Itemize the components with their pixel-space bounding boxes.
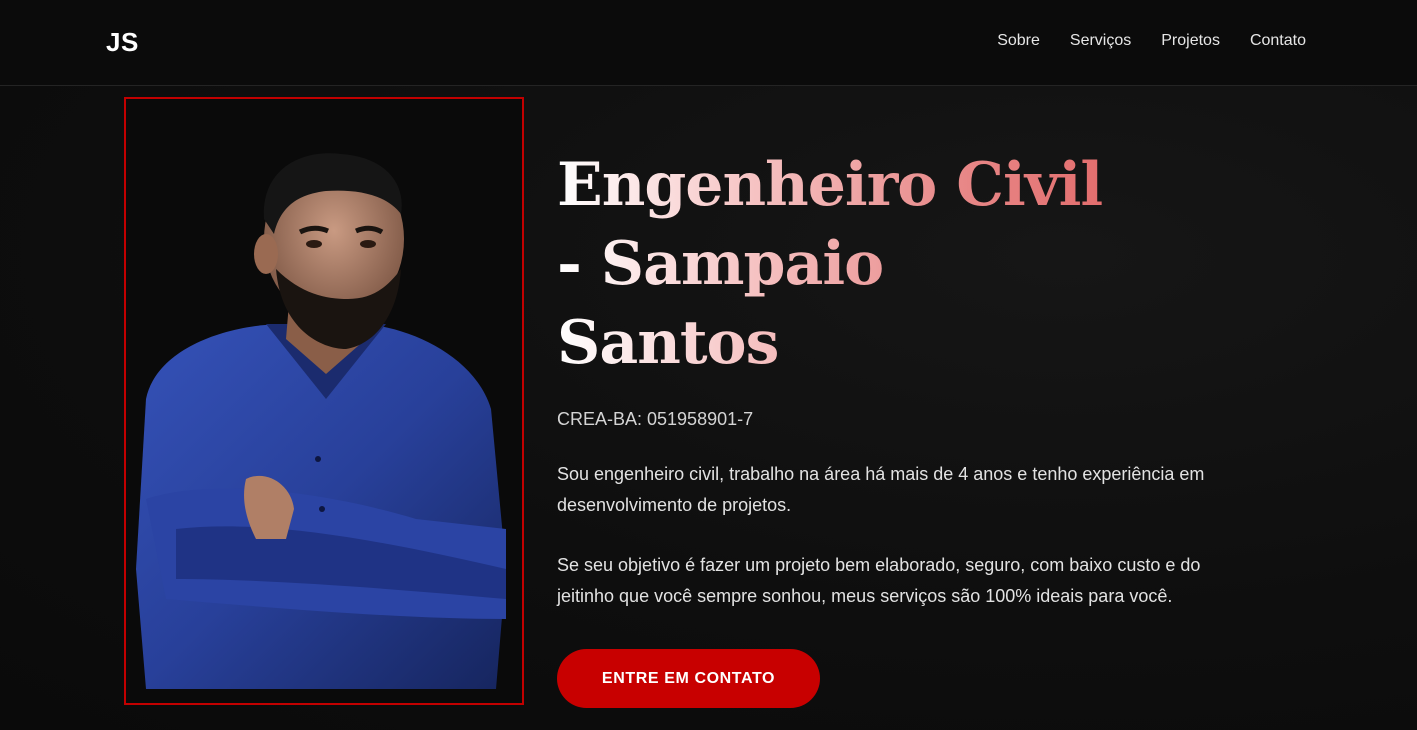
- nav-link-projetos[interactable]: Projetos: [1161, 32, 1220, 50]
- nav-link-servicos[interactable]: Serviços: [1070, 32, 1131, 50]
- pitch-paragraph: Se seu objetivo é fazer um projeto bem e…: [557, 555, 1201, 606]
- logo[interactable]: JS: [106, 27, 139, 58]
- nav-link-sobre[interactable]: Sobre: [997, 32, 1040, 50]
- site-header: JS Sobre Serviços Projetos Contato: [0, 0, 1417, 86]
- page-title: Engenheiro Civil - Sampaio Santos: [557, 146, 1117, 383]
- nav-link-contato[interactable]: Contato: [1250, 32, 1306, 50]
- page: JS Sobre Serviços Projetos Contato Engen…: [0, 0, 1417, 730]
- engineer-portrait-image: [136, 153, 506, 689]
- profile-photo: [124, 97, 524, 705]
- main-nav: Sobre Serviços Projetos Contato: [997, 32, 1306, 50]
- contact-button[interactable]: ENTRE EM CONTATO: [557, 649, 820, 708]
- hero-content: Engenheiro Civil - Sampaio Santos CREA-B…: [557, 146, 1277, 708]
- intro-paragraph: Sou engenheiro civil, trabalho na área h…: [557, 464, 1205, 515]
- crea-registration: CREA-BA: 051958901-7: [557, 409, 754, 429]
